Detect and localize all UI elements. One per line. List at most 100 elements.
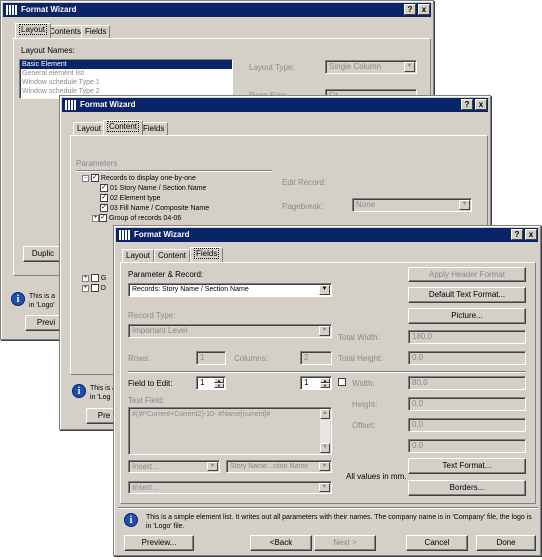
close-button[interactable]: x (418, 4, 430, 15)
list-item[interactable]: Window schedule Type 1 (20, 78, 232, 87)
width-field[interactable]: 80,0 (408, 376, 526, 390)
tab-layout[interactable]: Layout (122, 249, 155, 262)
chevron-down-icon: ▼ (319, 462, 330, 471)
cancel-button[interactable]: Cancel (406, 535, 468, 551)
height-field[interactable]: 0,0 (408, 397, 526, 411)
list-item[interactable]: General element list (20, 69, 232, 78)
title-bar[interactable]: Format Wizard ? x (62, 98, 488, 112)
title-bar[interactable]: Format Wizard ? x (116, 228, 538, 242)
columns-field[interactable]: 2 (300, 351, 332, 365)
spin-down-icon[interactable]: ▼ (214, 383, 224, 388)
checkbox[interactable] (90, 284, 99, 293)
insert2-select[interactable]: Insert... ▼ (128, 481, 332, 494)
expand-icon[interactable]: + (82, 274, 89, 282)
back-button[interactable]: <Back (250, 535, 312, 551)
pagebreak-label: Pagebreak: (282, 202, 323, 211)
list-item[interactable]: Basic Element (20, 60, 232, 69)
info-icon: i (11, 292, 25, 306)
pagebreak-select[interactable]: None ▼ (352, 198, 472, 212)
tree-item[interactable]: ✓ 02 Element type (100, 194, 161, 203)
checkbox[interactable]: ✓ (100, 204, 108, 213)
layout-type-label: Layout Type: (249, 63, 295, 72)
info-text-2: in 'Log (90, 394, 111, 401)
rows-label: Rows: (128, 354, 151, 363)
tree-item[interactable]: ✓ 01 Story Name / Section Name (100, 184, 206, 193)
format-wizard-window-front: Format Wizard ? x Layout Content Fields … (113, 225, 541, 556)
spin-down-icon[interactable]: ▼ (320, 383, 330, 388)
field-to-edit-stepper[interactable]: 1 ▲ ▼ (196, 376, 226, 390)
tree-item[interactable]: + D (82, 284, 106, 293)
borders-button[interactable]: Borders... (408, 480, 526, 496)
scroll-up-icon[interactable]: ▲ (320, 409, 330, 419)
all-values-label: All values in mm. (346, 472, 407, 481)
picture-button[interactable]: Picture... (408, 308, 526, 324)
chevron-down-icon: ▼ (319, 326, 330, 336)
total-height-field[interactable]: 0,0 (408, 351, 526, 365)
info-icon: i (72, 384, 86, 398)
edit-record-label: Edit Record: (282, 178, 327, 187)
done-button[interactable]: Done (476, 535, 536, 551)
preview-button[interactable]: Preview... (124, 535, 194, 551)
height-label: Height: (352, 400, 378, 409)
parameters-label: Parameters (76, 159, 118, 168)
rows-field[interactable]: 1 (196, 351, 226, 365)
tab-content[interactable]: Content (154, 249, 191, 262)
chevron-down-icon: ▼ (207, 462, 218, 471)
tab-content[interactable]: Content (103, 120, 144, 135)
tree-item[interactable]: + ✓ Group of records 04-06 (92, 214, 181, 223)
title-bar[interactable]: Format Wizard ? x (3, 3, 431, 17)
help-button[interactable]: ? (461, 99, 473, 110)
collapse-icon[interactable]: - (82, 174, 89, 182)
offset-field[interactable]: 0,0 (408, 418, 526, 432)
expand-icon[interactable]: + (92, 214, 99, 222)
next-button[interactable]: Next > (314, 535, 376, 551)
checkbox[interactable]: ✓ (90, 174, 99, 183)
parameter-record-label: Parameter & Record: (128, 270, 204, 279)
total-width-field[interactable]: 180,0 (408, 330, 526, 344)
field-right-stepper[interactable]: 1 ▲ ▼ (300, 376, 332, 390)
close-button[interactable]: x (475, 99, 487, 110)
record-type-select[interactable]: Important Level ▼ (128, 324, 332, 338)
chevron-down-icon: ▼ (459, 200, 470, 210)
layout-names-list[interactable]: Basic Element General element list Windo… (19, 59, 233, 99)
text-field-area[interactable]: #(!#*Current+Current2)-10- #Name[current… (128, 407, 332, 455)
field-to-edit-label: Field to Edit: (128, 379, 173, 388)
tree-item[interactable]: + G (82, 274, 106, 283)
text-format-button[interactable]: Text Format... (408, 458, 526, 474)
story-name-select[interactable]: Story Name...ction Name ▼ (226, 460, 332, 473)
tree-item[interactable]: ✓ 03 Fill Name / Composite Name (100, 204, 209, 213)
apply-header-format-button[interactable]: Apply Header Format (408, 267, 526, 282)
default-text-format-button[interactable]: Default Text Format... (408, 287, 526, 303)
checkbox[interactable]: ✓ (100, 194, 108, 203)
help-button[interactable]: ? (404, 4, 416, 15)
scrollbar[interactable]: ▲ ▼ (320, 409, 330, 453)
info-text: This is a simple element list. It writes… (146, 514, 532, 530)
chevron-down-icon: ▼ (404, 62, 415, 72)
chevron-down-icon: ▼ (319, 483, 330, 492)
help-button[interactable]: ? (511, 229, 523, 240)
layout-type-select[interactable]: Single Column ▼ (325, 60, 417, 74)
window-title: Format Wizard (134, 230, 190, 239)
tab-fields[interactable]: Fields (190, 247, 224, 262)
divider (118, 507, 538, 509)
tab-layout[interactable]: Layout (15, 23, 52, 38)
app-icon (119, 230, 130, 240)
duplicate-button[interactable]: Duplic (23, 246, 63, 262)
divider (76, 170, 272, 172)
tab-layout[interactable]: Layout (73, 122, 106, 135)
layout-names-label: Layout Names: (21, 46, 75, 55)
checkbox[interactable]: ✓ (99, 214, 107, 223)
width-checkbox[interactable] (338, 378, 346, 386)
close-button[interactable]: x (525, 229, 537, 240)
tab-fields[interactable]: Fields (81, 25, 111, 38)
checkbox[interactable]: ✓ (100, 184, 108, 193)
insert-select[interactable]: Insert... ▼ (128, 460, 220, 473)
record-type-label: Record Type: (128, 311, 176, 320)
expand-icon[interactable]: + (82, 284, 89, 292)
parameter-record-select[interactable]: Records: Story Name / Section Name ▼ (128, 283, 332, 297)
tab-fields[interactable]: Fields (139, 122, 169, 135)
checkbox[interactable] (90, 274, 99, 283)
tree-item[interactable]: - ✓ Records to display one-by-one (82, 174, 196, 183)
extra-field[interactable]: 0,0 (408, 439, 526, 453)
scroll-down-icon[interactable]: ▼ (320, 443, 330, 453)
